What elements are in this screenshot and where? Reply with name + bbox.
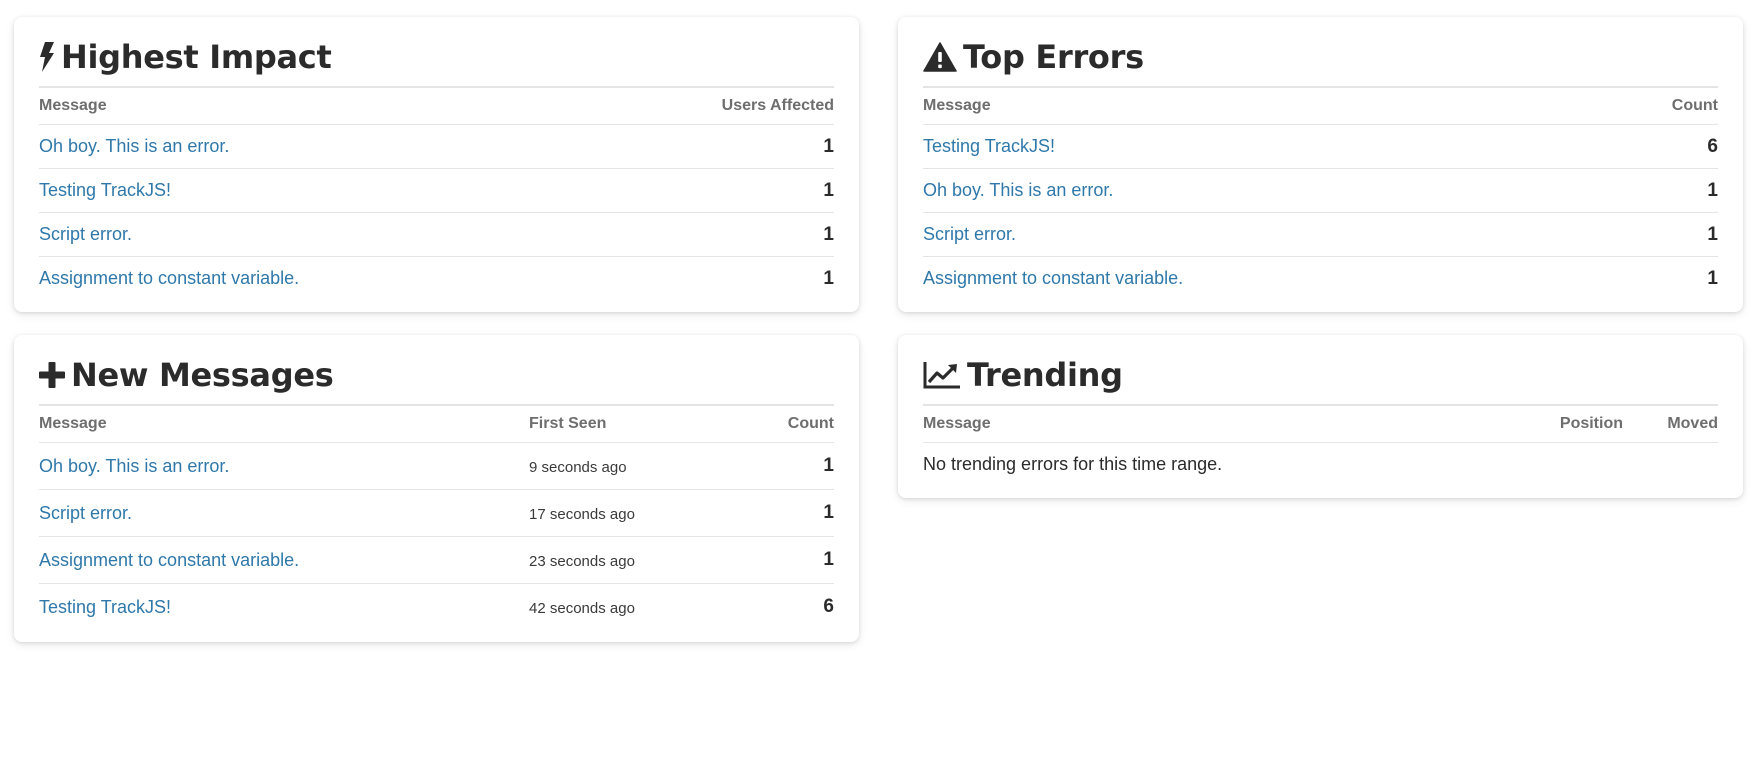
count-value: 6 <box>1568 124 1718 169</box>
first-seen-value: 23 seconds ago <box>529 536 729 584</box>
message-link[interactable]: Oh boy. This is an error. <box>39 456 229 476</box>
count-value: 1 <box>1707 267 1718 289</box>
count-value: 1 <box>1568 168 1718 213</box>
new-messages-panel: New Messages Message First Seen Count Oh… <box>14 335 859 642</box>
trending-title: Trending <box>967 356 1123 394</box>
highest-impact-heading: Highest Impact <box>39 37 834 77</box>
message-link[interactable]: Oh boy. This is an error. <box>39 136 229 156</box>
first-seen-value: 42 seconds ago <box>529 600 635 617</box>
table-row: Testing TrackJS! 1 <box>39 168 834 213</box>
column-header-message[interactable]: Message <box>39 404 529 443</box>
table-row: Script error. 1 <box>923 212 1718 257</box>
table-row: Oh boy. This is an error. 9 seconds ago … <box>39 442 834 490</box>
users-affected-value: 1 <box>634 168 834 213</box>
new-messages-heading: New Messages <box>39 355 834 395</box>
trending-panel: Trending Message Position Moved No trend… <box>898 335 1743 498</box>
count-value: 1 <box>729 442 834 490</box>
message-link[interactable]: Assignment to constant variable. <box>923 268 1183 288</box>
top-errors-panel: Top Errors Message Count Testing TrackJS… <box>898 17 1743 312</box>
count-value: 1 <box>729 536 834 584</box>
column-header-first-seen[interactable]: First Seen <box>529 404 729 443</box>
table-header-row: Message First Seen Count <box>39 404 834 443</box>
column-header-count[interactable]: Count <box>1568 86 1718 125</box>
table-row: Script error. 1 <box>39 212 834 257</box>
column-header-count[interactable]: Count <box>729 404 834 443</box>
empty-state-text: No trending errors for this time range. <box>923 454 1223 474</box>
message-link[interactable]: Testing TrackJS! <box>39 180 171 200</box>
trending-table: Message Position Moved No trending error… <box>923 404 1718 486</box>
top-errors-title: Top Errors <box>963 38 1144 76</box>
top-errors-heading: Top Errors <box>923 37 1718 77</box>
count-value: 1 <box>1568 212 1718 257</box>
plus-icon <box>39 362 65 388</box>
first-seen-value: 9 seconds ago <box>529 442 729 490</box>
column-header-message[interactable]: Message <box>923 86 1568 125</box>
table-row: Script error. 17 seconds ago 1 <box>39 489 834 537</box>
count-value: 1 <box>729 489 834 537</box>
table-header-row: Message Count <box>923 86 1718 125</box>
table-row: Oh boy. This is an error. 1 <box>39 124 834 169</box>
warning-icon <box>923 42 957 72</box>
first-seen-value: 17 seconds ago <box>529 489 729 537</box>
dashboard-grid: Highest Impact Message Users Affected Oh… <box>14 17 1743 642</box>
highest-impact-panel: Highest Impact Message Users Affected Oh… <box>14 17 859 312</box>
column-header-message[interactable]: Message <box>923 404 1513 443</box>
highest-impact-table: Message Users Affected Oh boy. This is a… <box>39 86 834 300</box>
highest-impact-title: Highest Impact <box>61 38 332 76</box>
table-row: Testing TrackJS! 6 <box>923 124 1718 169</box>
column-header-moved[interactable]: Moved <box>1623 404 1718 443</box>
new-messages-table: Message First Seen Count Oh boy. This is… <box>39 404 834 630</box>
column-header-message[interactable]: Message <box>39 86 634 125</box>
trending-heading: Trending <box>923 355 1718 395</box>
top-errors-table: Message Count Testing TrackJS! 6 Oh boy.… <box>923 86 1718 300</box>
message-link[interactable]: Script error. <box>39 224 132 244</box>
message-link[interactable]: Testing TrackJS! <box>39 597 171 617</box>
message-link[interactable]: Testing TrackJS! <box>923 136 1055 156</box>
bolt-icon <box>39 42 55 72</box>
table-row: Oh boy. This is an error. 1 <box>923 168 1718 213</box>
message-link[interactable]: Script error. <box>923 224 1016 244</box>
message-link[interactable]: Assignment to constant variable. <box>39 550 299 570</box>
line-chart-icon <box>923 361 961 389</box>
table-row: Testing TrackJS! 42 seconds ago 6 <box>39 584 834 631</box>
message-link[interactable]: Assignment to constant variable. <box>39 268 299 288</box>
table-row: Assignment to constant variable. 1 <box>923 257 1718 301</box>
table-row: Assignment to constant variable. 23 seco… <box>39 536 834 584</box>
new-messages-title: New Messages <box>71 356 334 394</box>
message-link[interactable]: Oh boy. This is an error. <box>923 180 1113 200</box>
users-affected-value: 1 <box>634 124 834 169</box>
table-header-row: Message Users Affected <box>39 86 834 125</box>
empty-row: No trending errors for this time range. <box>923 443 1718 487</box>
table-row: Assignment to constant variable. 1 <box>39 257 834 301</box>
count-value: 6 <box>823 596 834 617</box>
table-header-row: Message Position Moved <box>923 404 1718 443</box>
column-header-users-affected[interactable]: Users Affected <box>634 86 834 125</box>
column-header-position[interactable]: Position <box>1513 404 1623 443</box>
message-link[interactable]: Script error. <box>39 503 132 523</box>
users-affected-value: 1 <box>634 212 834 257</box>
users-affected-value: 1 <box>823 267 834 289</box>
